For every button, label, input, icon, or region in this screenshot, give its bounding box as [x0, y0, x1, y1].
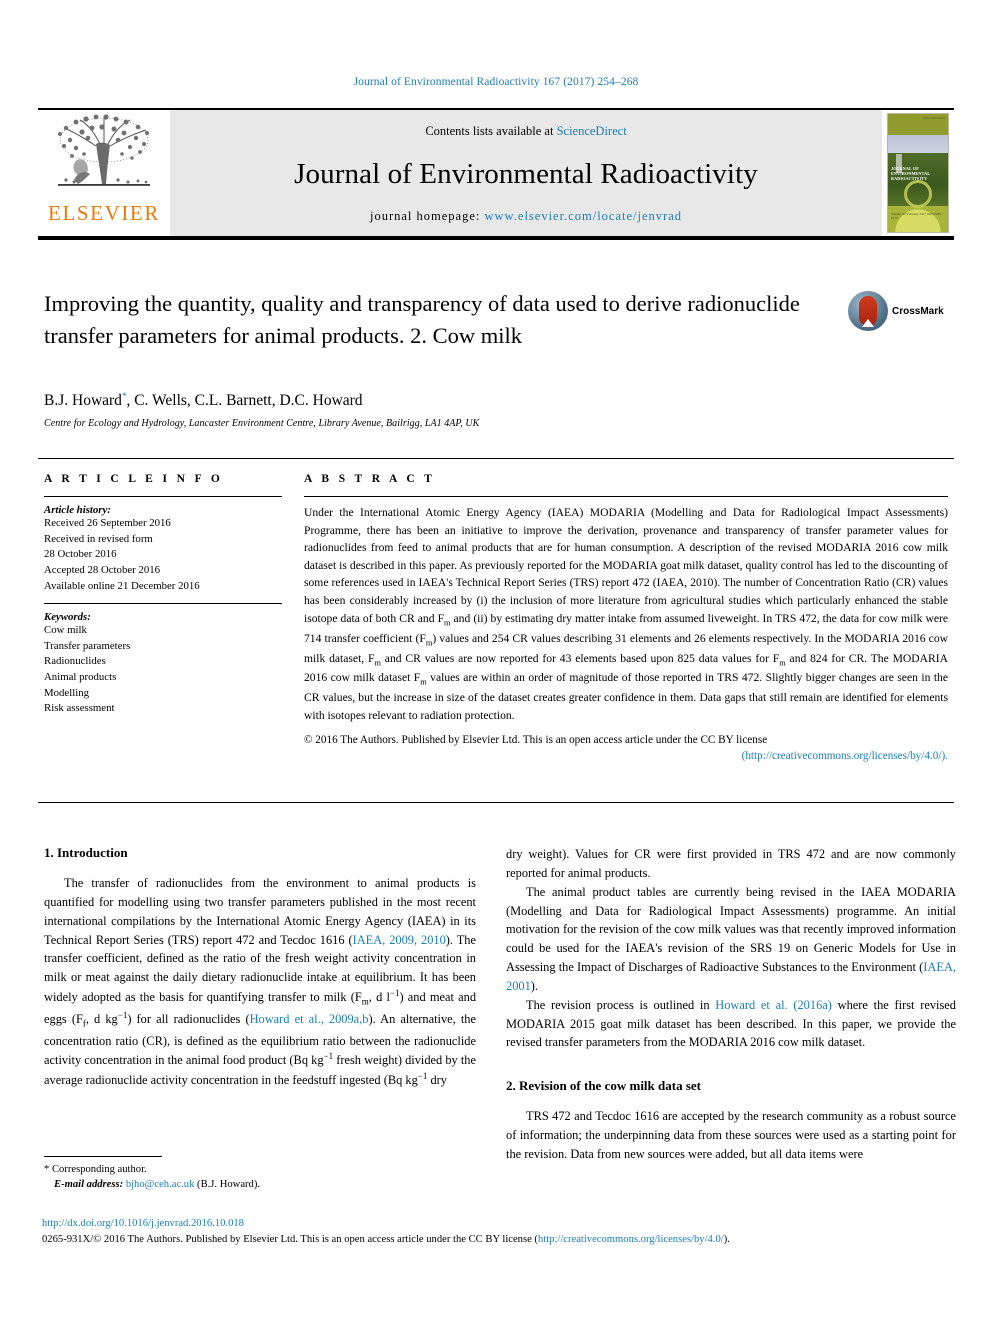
- masthead-center: Contents lists available at ScienceDirec…: [170, 110, 882, 236]
- crossmark-label: CrossMark: [892, 305, 944, 317]
- intro-text: The animal product tables are currently …: [506, 884, 956, 975]
- author-rest: , C. Wells, C.L. Barnett, D.C. Howard: [126, 392, 363, 410]
- homepage-url-link[interactable]: www.elsevier.com/locate/jenvrad: [485, 209, 683, 223]
- elsevier-logo: ELSEVIER: [38, 110, 170, 236]
- journal-homepage-line: journal homepage: www.elsevier.com/locat…: [370, 209, 682, 224]
- abstract-column: A B S T R A C T Under the International …: [290, 473, 954, 765]
- superscript-minus-one: −1: [417, 1071, 428, 1082]
- footnote-rule: [44, 1156, 162, 1157]
- journal-masthead: ELSEVIER Contents lists available at Sci…: [38, 108, 954, 240]
- superscript-minus-one: −1: [117, 1010, 128, 1021]
- history-item: Available online 21 December 2016: [44, 579, 200, 592]
- abstract-rule: [304, 496, 948, 497]
- keywords-rule: [44, 603, 282, 605]
- keywords-label: Keywords:: [44, 611, 91, 624]
- keywords-block: Keywords: Cow milk Transfer parameters R…: [44, 603, 290, 717]
- keyword-item: Modelling: [44, 686, 89, 699]
- abstract-heading: A B S T R A C T: [304, 473, 436, 485]
- issn-copyright-line: 0265-931X/© 2016 The Authors. Published …: [42, 1232, 958, 1248]
- history-item: Received 26 September 2016: [44, 517, 171, 529]
- cover-volume-label: Volume 167 February 2017 ISSN 0265-931X: [891, 211, 942, 220]
- intro-paragraph-1-continued: dry weight). Values for CR were first pr…: [506, 845, 956, 883]
- intro-paragraph-1: The transfer of radionuclides from the e…: [44, 874, 476, 1090]
- author-first: B.J. Howard: [44, 392, 122, 410]
- info-abstract-band: A R T I C L E I N F O Article history: R…: [38, 458, 954, 803]
- page-footer: http://dx.doi.org/10.1016/j.jenvrad.2016…: [42, 1216, 958, 1248]
- issn-suffix: ).: [723, 1233, 730, 1245]
- intro-text: ) for all radionuclides (: [127, 1012, 250, 1027]
- history-item: Received in revised form: [44, 532, 153, 545]
- paper-page: Journal of Environmental Radioactivity 1…: [0, 0, 992, 1323]
- section-heading-revision: 2. Revision of the cow milk data set: [506, 1078, 701, 1094]
- elsevier-tree-icon: [52, 114, 156, 202]
- journal-cover-thumbnail: ISSN 0265-931X JOURNAL OF ENVIRONMENTAL …: [887, 113, 949, 233]
- corresponding-author-label: Corresponding author.: [49, 1164, 147, 1175]
- elsevier-wordmark: ELSEVIER: [48, 201, 160, 225]
- email-suffix: (B.J. Howard).: [194, 1179, 261, 1191]
- history-item: Accepted 28 October 2016: [44, 563, 161, 576]
- journal-title: Journal of Environmental Radioactivity: [294, 157, 758, 190]
- homepage-prefix: journal homepage:: [370, 209, 485, 223]
- corresponding-author-footnote: * Corresponding author. E-mail address: …: [44, 1156, 476, 1193]
- history-item: 28 October 2016: [44, 548, 117, 561]
- article-info-heading: A R T I C L E I N F O: [44, 473, 224, 485]
- keyword-item: Cow milk: [44, 624, 87, 637]
- radiation-trefoil-icon: [904, 180, 932, 209]
- subscript-m: m: [361, 996, 369, 1007]
- contents-prefix: Contents lists available at: [425, 124, 557, 138]
- email-link[interactable]: bjho@ceh.ac.uk: [126, 1179, 195, 1190]
- email-label: E-mail address:: [54, 1179, 126, 1191]
- corresponding-author-line: * Corresponding author.: [44, 1162, 476, 1177]
- title-block: Improving the quantity, quality and tran…: [44, 288, 844, 352]
- article-title: Improving the quantity, quality and tran…: [44, 291, 800, 348]
- keyword-item: Risk assessment: [44, 702, 115, 715]
- superscript-minus-one: −1: [323, 1051, 334, 1062]
- intro-continuation: dry weight). Values for CR were first pr…: [506, 847, 956, 880]
- license-link[interactable]: (http://creativecommons.org/licenses/by/…: [304, 748, 948, 765]
- intro-text: , d l: [368, 990, 390, 1005]
- keyword-item: Transfer parameters: [44, 639, 131, 652]
- running-head: Journal of Environmental Radioactivity 1…: [353, 76, 639, 88]
- issn-prefix: 0265-931X/© 2016 The Authors. Published …: [42, 1233, 538, 1245]
- section-heading-introduction: 1. Introduction: [44, 845, 128, 860]
- crossmark-icon: [848, 291, 888, 331]
- crossmark-badge[interactable]: CrossMark: [848, 288, 958, 334]
- citation-howard-2009ab[interactable]: Howard et al., 2009a,b: [250, 1012, 369, 1026]
- article-history-label: Article history:: [44, 504, 111, 516]
- crossmark-triangle-icon: [862, 319, 874, 327]
- body-right-column: dry weight). Values for CR were first pr…: [506, 845, 956, 1164]
- contents-available-line: Contents lists available at ScienceDirec…: [425, 124, 626, 139]
- keyword-item: Radionuclides: [44, 655, 106, 668]
- abstract-part: and CR values are now reported for 43 el…: [380, 651, 780, 665]
- keyword-item: Animal products: [44, 671, 117, 684]
- intro-text: ).: [530, 978, 539, 993]
- email-line: E-mail address: bjho@ceh.ac.uk (B.J. How…: [44, 1177, 476, 1192]
- article-info-rule: [44, 496, 282, 497]
- intro-text: , d kg: [85, 1012, 118, 1027]
- copyright-text: © 2016 The Authors. Published by Elsevie…: [304, 733, 768, 746]
- author-list: B.J. Howard*, C. Wells, C.L. Barnett, D.…: [44, 391, 363, 410]
- body-left-column: 1. Introduction The transfer of radionuc…: [44, 845, 476, 1090]
- doi-link[interactable]: http://dx.doi.org/10.1016/j.jenvrad.2016…: [42, 1216, 958, 1232]
- affiliation: Centre for Ecology and Hydrology, Lancas…: [44, 418, 480, 429]
- intro-text: The revision process is outlined in: [526, 997, 716, 1012]
- cover-title: JOURNAL OF ENVIRONMENTAL RADIOACTIVITY: [891, 166, 945, 182]
- intro-paragraph-2: The animal product tables are currently …: [506, 883, 956, 996]
- abstract-text: Under the International Atomic Energy Ag…: [304, 504, 948, 725]
- intro-paragraph-3: The revision process is outlined in Howa…: [506, 996, 956, 1053]
- abstract-part: Under the International Atomic Energy Ag…: [304, 506, 948, 625]
- cover-issn-label: ISSN 0265-931X: [922, 116, 945, 120]
- cc-license-link[interactable]: http://creativecommons.org/licenses/by/4…: [538, 1234, 724, 1245]
- abstract-copyright: © 2016 The Authors. Published by Elsevie…: [304, 732, 948, 766]
- journal-cover-block: ISSN 0265-931X JOURNAL OF ENVIRONMENTAL …: [882, 110, 954, 236]
- citation-howard-2016a[interactable]: Howard et al. (2016a): [715, 998, 832, 1012]
- sciencedirect-link[interactable]: ScienceDirect: [557, 124, 627, 138]
- intro-text-tail: dry: [427, 1073, 447, 1088]
- article-info-column: A R T I C L E I N F O Article history: R…: [38, 473, 290, 765]
- citation-iaea-2009-2010[interactable]: IAEA, 2009, 2010: [353, 933, 446, 947]
- revision-paragraph-1: TRS 472 and Tecdoc 1616 are accepted by …: [506, 1109, 956, 1161]
- cover-title-line3: RADIOACTIVITY: [891, 176, 928, 182]
